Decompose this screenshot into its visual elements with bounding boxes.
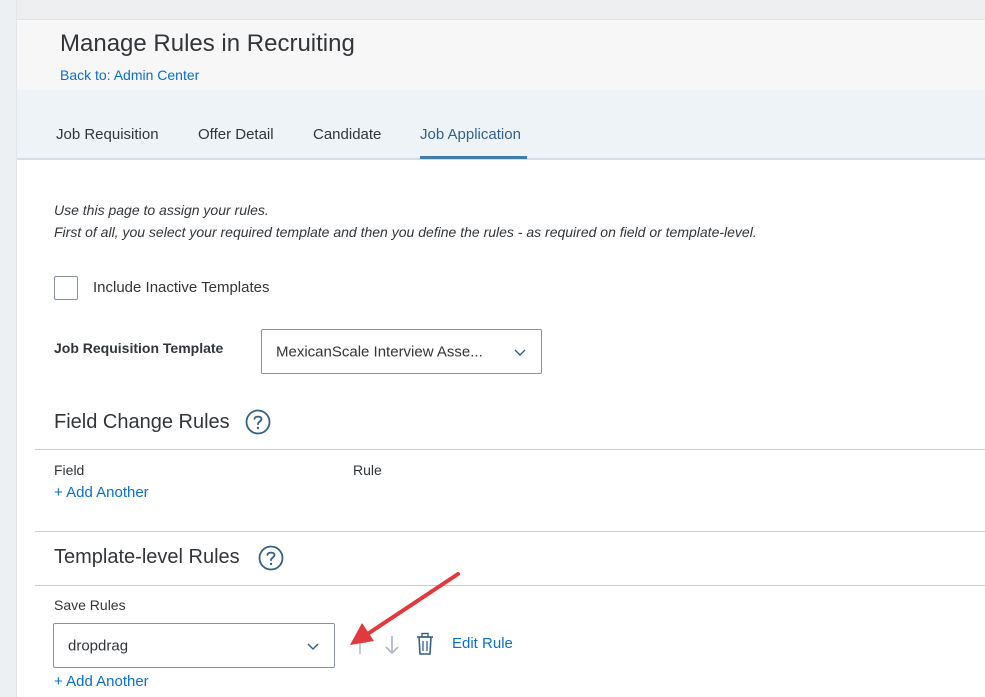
selected-tab-indicator <box>420 156 527 159</box>
section-divider <box>35 531 985 532</box>
intro-line-2: First of all, you select your required t… <box>54 224 757 240</box>
page-title: Manage Rules in Recruiting <box>60 30 355 57</box>
column-header-field: Field <box>54 462 85 478</box>
question-circle-icon[interactable] <box>258 545 284 571</box>
column-header-rule: Rule <box>353 462 382 478</box>
section-divider <box>35 449 985 450</box>
chevron-down-icon <box>514 349 526 356</box>
back-to-admin-center-link[interactable]: Back to: Admin Center <box>60 67 199 83</box>
top-strip <box>17 0 985 20</box>
save-rules-select[interactable]: dropdrag <box>53 623 335 668</box>
arrow-up-icon[interactable] <box>350 633 370 657</box>
tab-candidate[interactable]: Candidate <box>313 126 381 143</box>
left-rail <box>0 0 17 697</box>
save-rules-select-value: dropdrag <box>68 637 129 654</box>
section-divider <box>35 585 985 586</box>
field-change-rules-title: Field Change Rules <box>54 411 230 433</box>
tab-bar: Job Requisition Offer Detail Candidate J… <box>17 90 985 160</box>
job-requisition-template-label: Job Requisition Template <box>54 340 224 356</box>
template-level-rules-title: Template-level Rules <box>54 546 240 568</box>
tab-offer-detail[interactable]: Offer Detail <box>198 126 274 143</box>
question-circle-icon[interactable] <box>245 409 271 435</box>
job-requisition-template-select[interactable]: MexicanScale Interview Asse... <box>261 329 542 374</box>
add-another-template-rule-link[interactable]: + Add Another <box>54 673 149 690</box>
chevron-down-icon <box>307 643 319 650</box>
arrow-down-icon[interactable] <box>382 633 402 657</box>
intro-line-1: Use this page to assign your rules. <box>54 202 269 218</box>
edit-rule-link[interactable]: Edit Rule <box>452 635 513 652</box>
tab-job-application[interactable]: Job Application <box>420 126 521 143</box>
template-select-value: MexicanScale Interview Asse... <box>276 343 483 360</box>
trash-icon[interactable] <box>415 632 435 656</box>
intro-text: Use this page to assign your rules. Firs… <box>54 199 757 243</box>
page-header: Manage Rules in Recruiting Back to: Admi… <box>17 20 985 90</box>
include-inactive-checkbox[interactable] <box>54 276 78 300</box>
tab-job-requisition[interactable]: Job Requisition <box>56 126 159 143</box>
save-rules-label: Save Rules <box>54 597 126 613</box>
add-another-field-rule-link[interactable]: + Add Another <box>54 484 149 501</box>
include-inactive-label: Include Inactive Templates <box>93 279 270 296</box>
